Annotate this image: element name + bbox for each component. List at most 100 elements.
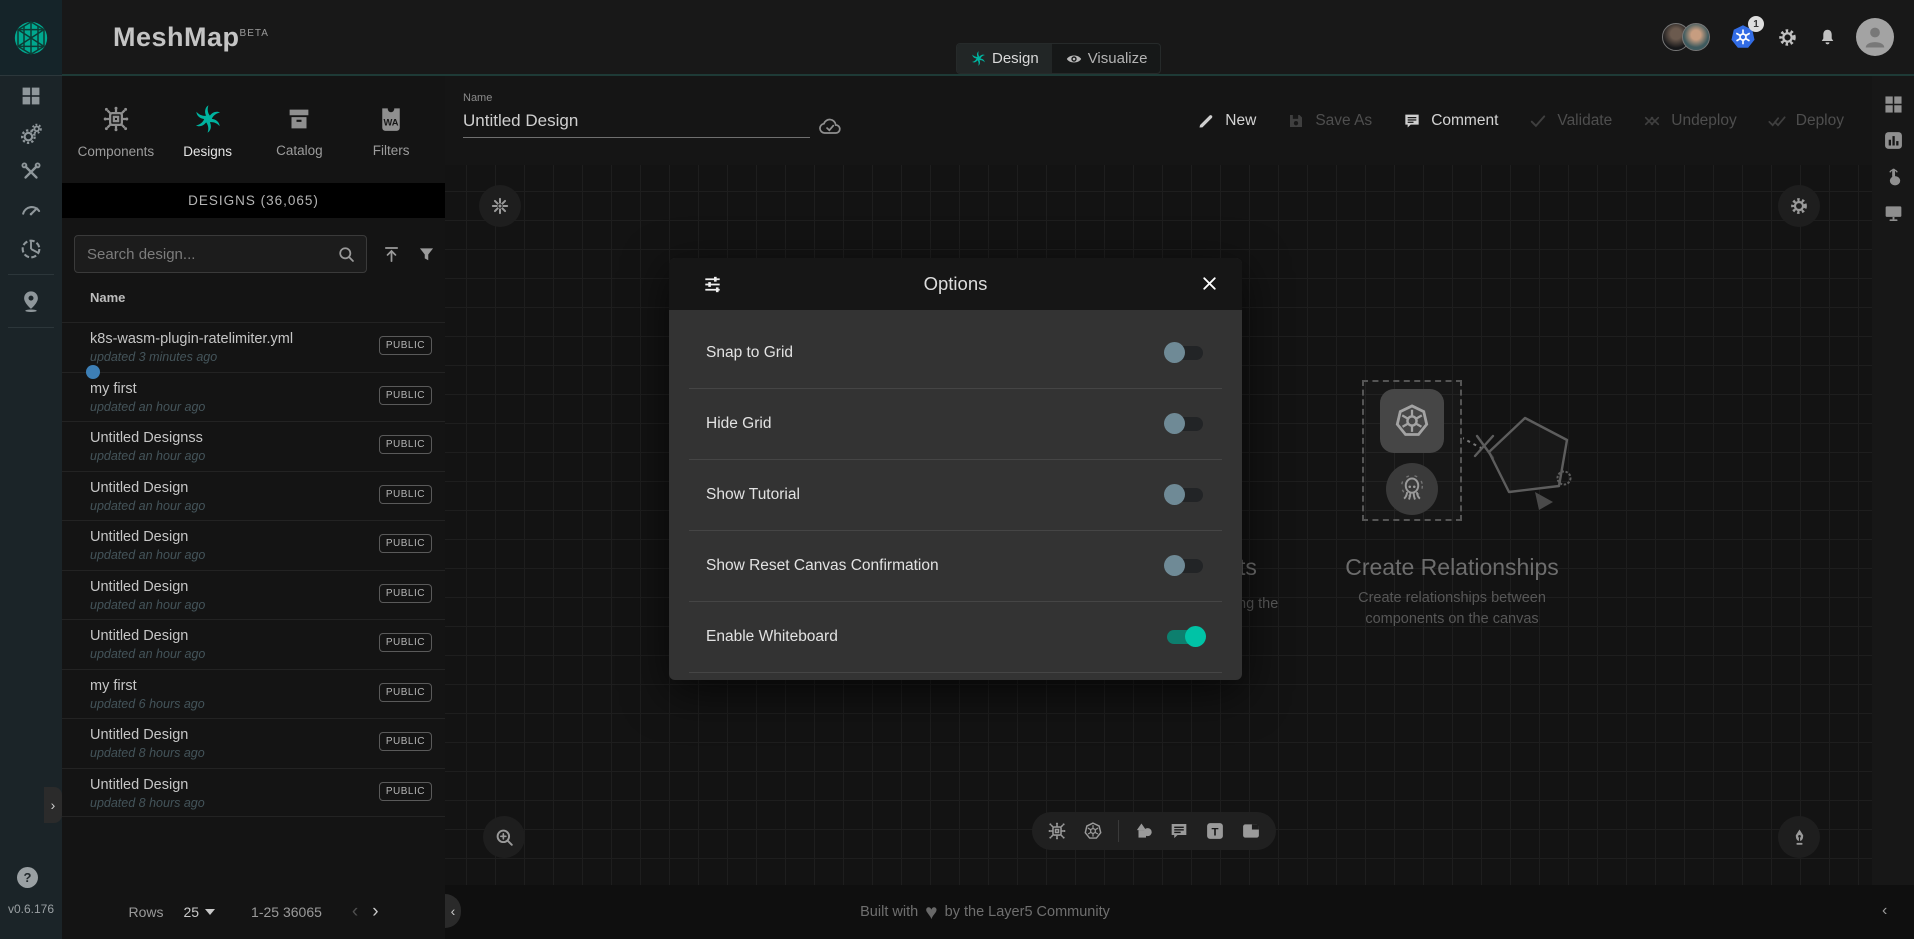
canvas-settings-button[interactable]	[1778, 185, 1820, 227]
option-toggle-off[interactable]	[1165, 558, 1205, 574]
tab-label: Filters	[373, 143, 410, 158]
nav-configuration[interactable]	[19, 160, 43, 184]
display-panel-button[interactable]	[1882, 201, 1905, 224]
option-label: Snap to Grid	[706, 344, 793, 362]
settings-button[interactable]	[1776, 26, 1799, 49]
tab-label: Designs	[183, 144, 232, 159]
action-validate[interactable]: Validate	[1528, 111, 1612, 131]
tab-design[interactable]: Design	[957, 44, 1052, 73]
owner-avatar	[86, 365, 100, 379]
toggle-knob	[1164, 484, 1185, 505]
dock-divider	[1118, 820, 1119, 842]
dock-components-button[interactable]	[1046, 820, 1068, 842]
search-input[interactable]	[87, 236, 337, 272]
collapse-right-button[interactable]: ‹	[1882, 902, 1887, 920]
zoom-button[interactable]	[483, 816, 525, 858]
option-toggle-off[interactable]	[1165, 487, 1205, 503]
toggle-knob	[1164, 555, 1185, 576]
dock-shapes-button[interactable]	[1133, 820, 1155, 842]
option-toggle-off[interactable]	[1165, 416, 1205, 432]
design-name-input[interactable]	[463, 109, 810, 138]
dock-text-button[interactable]	[1204, 820, 1226, 842]
design-list-item[interactable]: k8s-wasm-plugin-ratelimiter.yml updated …	[62, 322, 445, 372]
help-button[interactable]: ?	[17, 867, 38, 888]
action-comment[interactable]: Comment	[1402, 111, 1498, 131]
design-list-item[interactable]: Untitled Design updated 8 hours ago PUBL…	[62, 768, 445, 818]
filter-button[interactable]	[416, 244, 437, 265]
tab-filters[interactable]: Filters	[346, 76, 436, 181]
action-undeploy[interactable]: Undeploy	[1642, 111, 1737, 131]
option-toggle-off[interactable]	[1165, 345, 1205, 361]
dock-image-button[interactable]	[1240, 820, 1262, 842]
widgets-panel-button[interactable]	[1882, 93, 1905, 116]
option-row: Show Tutorial	[689, 460, 1222, 531]
visibility-badge: PUBLIC	[379, 732, 432, 751]
action-new[interactable]: New	[1196, 111, 1256, 131]
nav-performance[interactable]	[19, 198, 44, 223]
design-list-item[interactable]: Untitled Designss updated an hour ago PU…	[62, 421, 445, 471]
footer-credit: Built with ♥ by the Layer5 Community	[860, 885, 1110, 939]
search-icon	[336, 244, 357, 265]
close-modal-button[interactable]	[1199, 273, 1220, 294]
next-page-button[interactable]: ›	[372, 901, 378, 923]
option-label: Show Tutorial	[706, 486, 800, 504]
action-save-as[interactable]: Save As	[1286, 111, 1372, 131]
pencil-icon	[1196, 111, 1216, 131]
gauge-icon	[19, 198, 44, 223]
option-toggle-on[interactable]	[1165, 629, 1205, 645]
beta-badge: BETA	[240, 28, 269, 39]
tab-catalog[interactable]: Catalog	[254, 76, 344, 181]
action-label: Save As	[1315, 112, 1372, 130]
chart-panel-button[interactable]	[1882, 129, 1905, 152]
dock-comment-button[interactable]	[1168, 820, 1190, 842]
design-list-item[interactable]: Untitled Design updated an hour ago PUBL…	[62, 471, 445, 521]
catalog-icon	[284, 104, 314, 134]
comment-icon	[1168, 820, 1190, 842]
tab-components[interactable]: Components	[71, 76, 161, 181]
hint-title: Create Relationships	[1345, 554, 1559, 581]
design-list-item[interactable]: Untitled Design updated 8 hours ago PUBL…	[62, 718, 445, 768]
canvas-quick-actions-button[interactable]	[479, 185, 521, 227]
dock-kubernetes-button[interactable]	[1082, 820, 1104, 842]
sidebar-tabs: Components Designs Catalog Filters	[62, 76, 445, 181]
tab-visualize[interactable]: Visualize	[1052, 44, 1161, 73]
chevron-down-icon	[205, 909, 215, 915]
kubernetes-context-button[interactable]: 1	[1728, 22, 1758, 52]
previous-page-button[interactable]: ‹	[352, 901, 358, 923]
upload-icon	[381, 244, 402, 265]
design-list-item[interactable]: Untitled Design updated an hour ago PUBL…	[62, 619, 445, 669]
nav-extensions[interactable]	[19, 237, 44, 262]
action-label: Comment	[1431, 112, 1498, 130]
section-title: DESIGNS (36,065)	[62, 183, 445, 218]
nav-dashboard[interactable]	[19, 84, 43, 108]
tab-designs[interactable]: Designs	[163, 76, 253, 181]
pen-nib-icon	[1788, 826, 1811, 849]
close-icon	[1199, 273, 1220, 294]
gears-icon	[19, 122, 44, 147]
monitor-icon	[1882, 201, 1905, 224]
visibility-badge: PUBLIC	[379, 435, 432, 454]
action-deploy[interactable]: Deploy	[1767, 111, 1844, 131]
notifications-button[interactable]	[1817, 27, 1838, 48]
import-design-button[interactable]	[381, 244, 402, 265]
header-actions: 1	[1662, 0, 1894, 74]
nav-lifecycle[interactable]	[19, 122, 44, 147]
design-list-item[interactable]: my first updated an hour ago PUBLIC	[62, 372, 445, 422]
interaction-panel-button[interactable]	[1882, 165, 1905, 188]
toggle-knob	[1185, 626, 1206, 647]
design-tab-label: Design	[992, 50, 1039, 67]
magnifier-plus-icon	[493, 826, 516, 849]
collaborator-avatars[interactable]	[1662, 23, 1710, 51]
design-list-item[interactable]: Untitled Design updated an hour ago PUBL…	[62, 570, 445, 620]
design-list-item[interactable]: my first updated 6 hours ago PUBLIC	[62, 669, 445, 719]
design-list-item[interactable]: Untitled Design updated an hour ago PUBL…	[62, 520, 445, 570]
whiteboard-pen-button[interactable]	[1778, 816, 1820, 858]
layer5-logo[interactable]	[0, 0, 62, 76]
rows-per-page-select[interactable]: 25	[183, 904, 215, 920]
person-icon	[1860, 22, 1890, 52]
meshmap-app: › ? v0.6.176 MeshMapBETA Design Visualiz…	[0, 0, 1914, 939]
nav-meshmap[interactable]	[19, 289, 44, 314]
user-avatar[interactable]	[1856, 18, 1894, 56]
collapse-left-button[interactable]: ‹	[445, 894, 461, 928]
rail-expand-button[interactable]: ›	[44, 787, 62, 823]
